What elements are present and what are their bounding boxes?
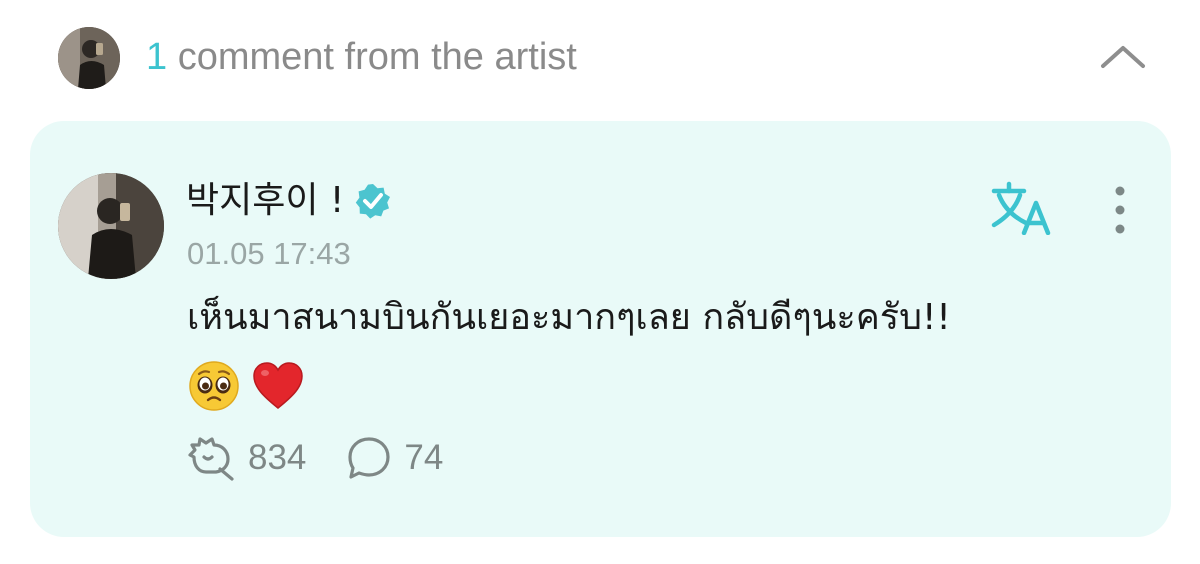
red-heart-emoji xyxy=(253,362,303,409)
comment-timestamp: 01.05 17:43 xyxy=(187,236,351,271)
like-icon xyxy=(188,437,234,481)
reply-button[interactable]: 74 xyxy=(346,435,443,481)
collapse-button[interactable] xyxy=(1095,36,1151,76)
artist-avatar-small xyxy=(58,27,120,89)
comment-count-label: comment from the artist xyxy=(177,36,577,78)
reply-count: 74 xyxy=(404,438,444,477)
pleading-face-emoji xyxy=(189,361,239,411)
author-row: 박지후이 ! xyxy=(186,177,392,225)
chevron-up-icon xyxy=(1101,46,1145,68)
more-vertical-icon xyxy=(1115,186,1125,234)
translate-icon xyxy=(991,181,1051,236)
reply-icon xyxy=(348,437,391,479)
translate-button[interactable] xyxy=(990,181,1054,236)
comment-count: 1 xyxy=(146,36,168,78)
comment-card: 박지후이 ! 01.05 17:43 เห็นมาสนามบินกันเยอะม… xyxy=(30,121,1171,537)
comments-header-title: 1 comment from the artist xyxy=(146,34,577,80)
artist-comments-panel: 1 comment from the artist 박지후이 ! 01.05 1… xyxy=(0,0,1200,564)
comment-body: เห็นมาสนามบินกันเยอะมากๆเลย กลับดีๆนะครั… xyxy=(187,297,951,338)
verified-badge-icon xyxy=(356,184,391,219)
comment-actions: 834 74 xyxy=(186,433,443,483)
author-avatar[interactable] xyxy=(58,173,164,279)
like-count: 834 xyxy=(248,438,307,477)
comments-header[interactable]: 1 comment from the artist xyxy=(0,0,1200,115)
more-options-button[interactable] xyxy=(1106,183,1134,237)
like-button[interactable]: 834 xyxy=(186,435,306,481)
comment-emojis xyxy=(187,359,305,413)
author-name[interactable]: 박지후이 ! xyxy=(186,179,344,223)
